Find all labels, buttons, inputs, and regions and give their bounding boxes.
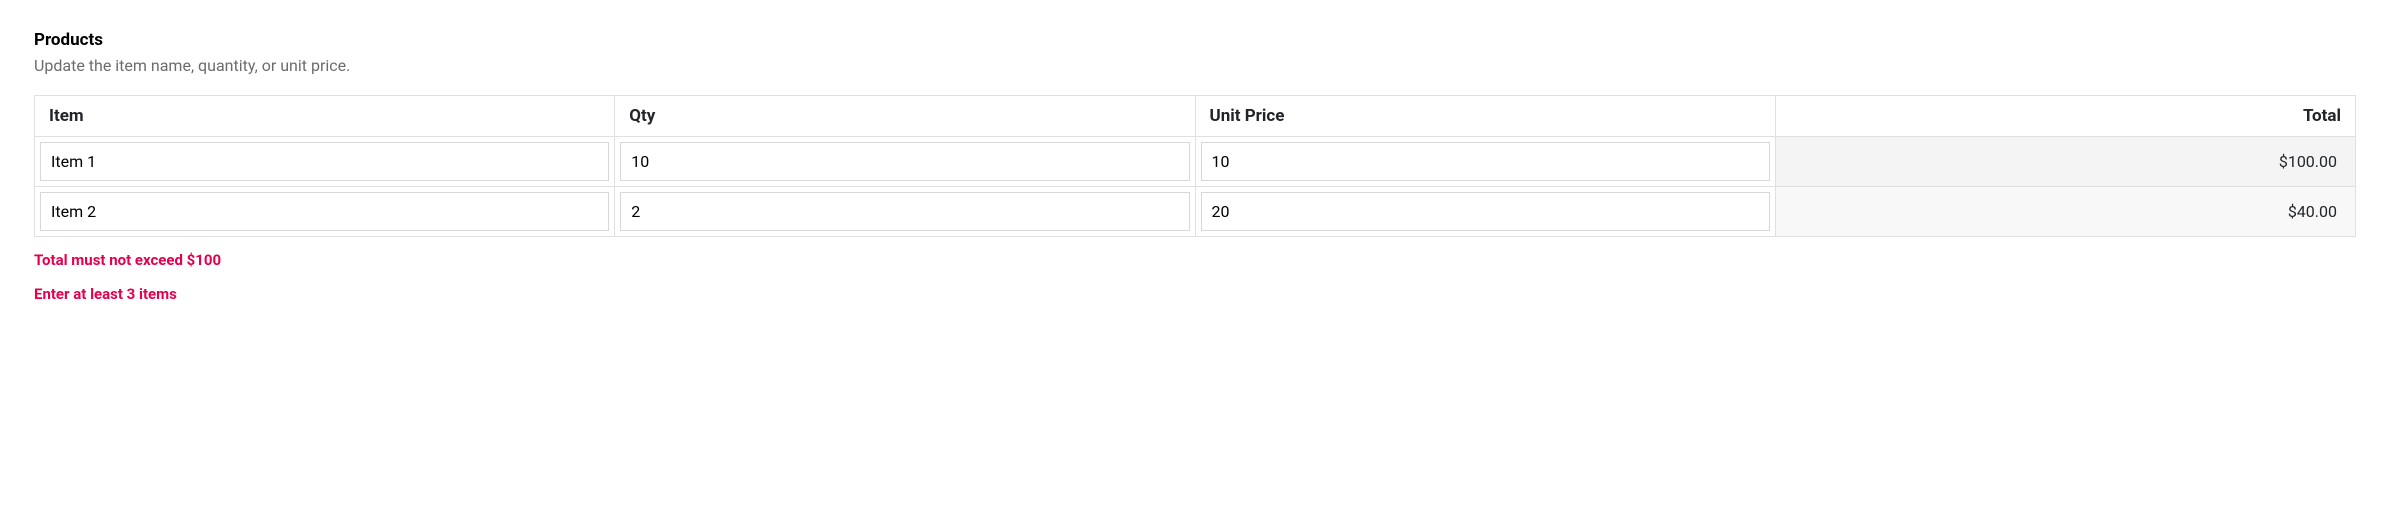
- item-qty-input[interactable]: [620, 142, 1189, 181]
- item-name-input[interactable]: [40, 142, 609, 181]
- item-name-input[interactable]: [40, 192, 609, 231]
- section-subtitle: Update the item name, quantity, or unit …: [34, 56, 2356, 75]
- header-total: Total: [1775, 96, 2355, 137]
- table-header-row: Item Qty Unit Price Total: [35, 96, 2356, 137]
- item-price-input[interactable]: [1201, 142, 1770, 181]
- cell-qty: [615, 137, 1195, 187]
- table-row: $40.00: [35, 187, 2356, 237]
- error-message: Enter at least 3 items: [34, 285, 2356, 303]
- header-unit-price: Unit Price: [1195, 96, 1775, 137]
- header-item: Item: [35, 96, 615, 137]
- item-qty-input[interactable]: [620, 192, 1189, 231]
- section-title: Products: [34, 30, 2356, 50]
- cell-total: $40.00: [1775, 187, 2355, 237]
- cell-item: [35, 187, 615, 237]
- header-qty: Qty: [615, 96, 1195, 137]
- error-message: Total must not exceed $100: [34, 251, 2356, 269]
- products-table: Item Qty Unit Price Total $100.00: [34, 95, 2356, 237]
- cell-price: [1195, 137, 1775, 187]
- cell-qty: [615, 187, 1195, 237]
- cell-item: [35, 137, 615, 187]
- cell-price: [1195, 187, 1775, 237]
- cell-total: $100.00: [1775, 137, 2355, 187]
- table-row: $100.00: [35, 137, 2356, 187]
- item-price-input[interactable]: [1201, 192, 1770, 231]
